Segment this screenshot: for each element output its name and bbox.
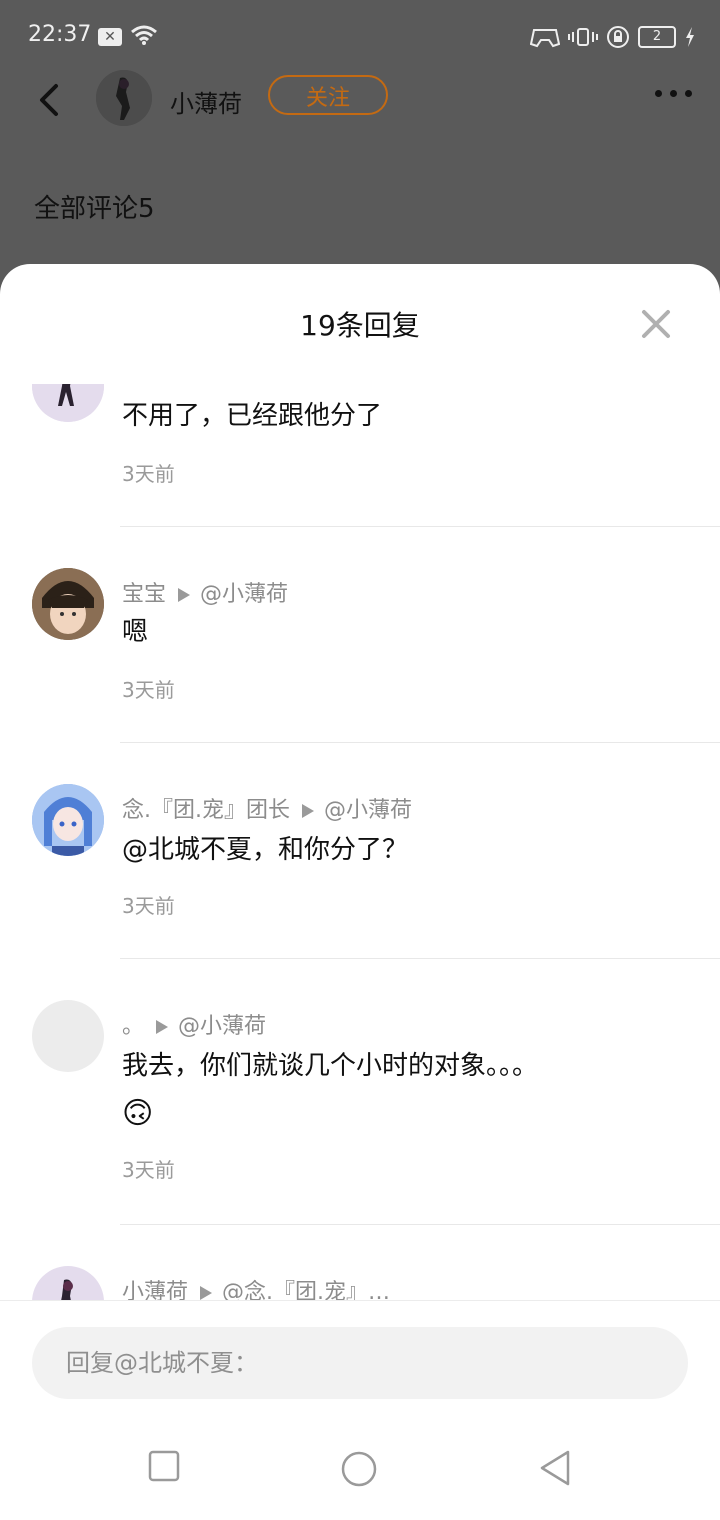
- avatar[interactable]: [32, 1266, 104, 1302]
- back-icon[interactable]: [538, 1450, 572, 1486]
- reply-text: 不用了，已经跟他分了: [122, 401, 383, 431]
- author-avatar[interactable]: [96, 70, 152, 126]
- avatar[interactable]: [32, 1000, 104, 1072]
- divider: [120, 742, 720, 743]
- avatar[interactable]: [32, 784, 104, 856]
- reply-meta: 念.『团.宠』团长 @小薄荷: [122, 792, 412, 824]
- recent-apps-icon[interactable]: [148, 1450, 180, 1482]
- upside-down-face-emoji: 🙃: [122, 1096, 154, 1131]
- reply-target[interactable]: @念.『团.宠』…: [222, 1280, 390, 1302]
- reply-target[interactable]: @小薄荷: [324, 798, 412, 823]
- reply-text: 我去，你们就谈几个小时的对象。。。 🙃: [122, 1042, 682, 1139]
- reply-input[interactable]: [32, 1327, 688, 1399]
- vibrate-icon: [568, 28, 598, 46]
- reply-text: @北城不夏，和你分了？: [122, 835, 409, 865]
- wifi-icon: [131, 25, 157, 45]
- status-icons: 2: [530, 24, 696, 50]
- more-options-icon[interactable]: [655, 90, 692, 97]
- reply-meta: 宝宝 @小薄荷: [122, 576, 288, 608]
- reply-target[interactable]: @小薄荷: [200, 582, 288, 607]
- reply-author[interactable]: 。: [122, 1014, 144, 1039]
- reply-author[interactable]: 小薄荷: [122, 1280, 188, 1302]
- status-bar: 22:37 ✕ 2: [0, 0, 720, 72]
- reply-input-bar: [0, 1300, 720, 1421]
- post-header: 小薄荷 关注: [0, 64, 720, 134]
- reply-arrow-icon: [200, 1286, 213, 1300]
- lock-rotation-icon: [607, 26, 629, 48]
- follow-button[interactable]: 关注: [268, 75, 388, 115]
- all-comments-heading: 全部评论5: [34, 194, 155, 224]
- divider: [120, 958, 720, 959]
- reply-arrow-icon: [156, 1020, 169, 1034]
- reply-text: 嗯: [122, 617, 149, 647]
- reply-target[interactable]: @小薄荷: [178, 1014, 266, 1039]
- notification-x-icon: ✕: [98, 28, 122, 46]
- sheet-title: 19条回复: [300, 309, 420, 342]
- reply-time: 3天前: [122, 894, 175, 918]
- back-arrow-icon[interactable]: [30, 80, 70, 120]
- reply-time: 3天前: [122, 1158, 175, 1182]
- reply-time: 3天前: [122, 462, 175, 486]
- reply-meta: 。 @小薄荷: [122, 1008, 266, 1040]
- system-nav-bar: [0, 1420, 720, 1520]
- home-icon[interactable]: [340, 1450, 378, 1488]
- replies-list[interactable]: 不用了，已经跟他分了 3天前 宝宝 @小薄荷 嗯 3天前 念.『团.宠』团长 @小薄…: [0, 384, 720, 1302]
- charging-icon: [686, 27, 694, 47]
- divider: [120, 1224, 720, 1225]
- reply-arrow-icon: [178, 588, 191, 602]
- close-icon[interactable]: [640, 308, 672, 340]
- author-name[interactable]: 小薄荷: [170, 84, 242, 119]
- reply-author[interactable]: 宝宝: [122, 582, 166, 607]
- avatar[interactable]: [32, 384, 104, 422]
- gamepad-icon: [530, 29, 560, 48]
- battery-icon: 2: [638, 26, 676, 48]
- status-time: 22:37: [28, 22, 92, 47]
- reply-arrow-icon: [302, 804, 314, 818]
- reply-author[interactable]: 念.『团.宠』团长: [122, 798, 290, 823]
- reply-text-content: 我去，你们就谈几个小时的对象。。。: [122, 1051, 539, 1081]
- divider: [120, 526, 720, 527]
- avatar[interactable]: [32, 568, 104, 640]
- reply-time: 3天前: [122, 678, 175, 702]
- reply-meta: 小薄荷 @念.『团.宠』…: [122, 1274, 390, 1302]
